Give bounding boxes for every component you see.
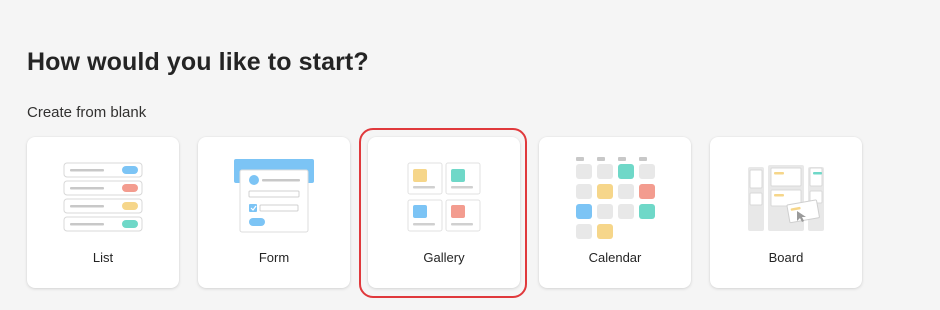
list-template-label: List bbox=[92, 250, 114, 265]
list-icon bbox=[63, 162, 143, 232]
form-template-card[interactable]: Form bbox=[198, 137, 350, 288]
list-template-card[interactable]: List bbox=[27, 137, 179, 288]
gallery-icon bbox=[407, 162, 481, 232]
calendar-icon bbox=[576, 157, 655, 239]
gallery-template-card[interactable]: Gallery bbox=[368, 137, 520, 288]
gallery-template-label: Gallery bbox=[423, 250, 465, 265]
calendar-template-card[interactable]: Calendar bbox=[539, 137, 691, 288]
calendar-template-label: Calendar bbox=[588, 250, 642, 265]
create-from-blank-label: Create from blank bbox=[27, 104, 147, 121]
form-icon bbox=[234, 159, 314, 233]
page-heading: How would you like to start? bbox=[27, 48, 369, 76]
form-template-label: Form bbox=[258, 250, 290, 265]
board-template-card[interactable]: Board bbox=[710, 137, 862, 288]
board-icon bbox=[748, 165, 824, 231]
board-template-label: Board bbox=[768, 250, 804, 265]
